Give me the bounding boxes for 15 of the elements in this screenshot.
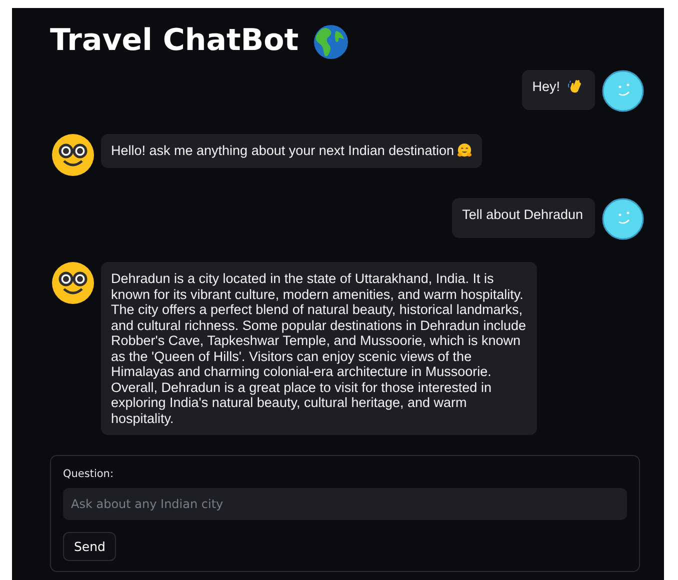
field-label: Question: — [63, 468, 115, 480]
message-text: Tell about Dehradun — [462, 207, 583, 222]
smiley-avatar — [602, 198, 644, 240]
waving-hand-icon — [568, 79, 583, 94]
app-title: Travel ChatBot — [50, 23, 299, 59]
nerd-face-avatar — [52, 134, 94, 176]
hugging-face-icon — [456, 143, 472, 158]
smiley-avatar — [602, 70, 644, 112]
message-text: Hey! — [532, 79, 560, 94]
nerd-face-avatar — [52, 262, 94, 304]
message-text: Dehradun is a city located in the state of Uttarakhand, India. It is known for its vibrant culture, modern amenities, and warm hospitality. The city offers a perfect blend of natural beauty, historical landmarks, and cultural richness. Some popular destinations in Dehradun include Robber's Cave, Tapkeshwar Temple, and Mussoorie, which is known as the 'Queen of Hills'. Visitors can enjoy scenic views of the Himalayas and charming colonial-era architecture in Mussoorie. Overall, Dehradun is a great place to visit for those interested in exploring India's natural beauty, cultural heritage, and warm hospitality. — [111, 271, 527, 426]
globe-icon — [312, 24, 349, 60]
message-text: Hello! ask me anything about your next Indian destination — [111, 143, 454, 158]
send-button[interactable]: Send — [63, 532, 116, 561]
question-field[interactable]: Ask about any Indian city — [63, 488, 627, 520]
